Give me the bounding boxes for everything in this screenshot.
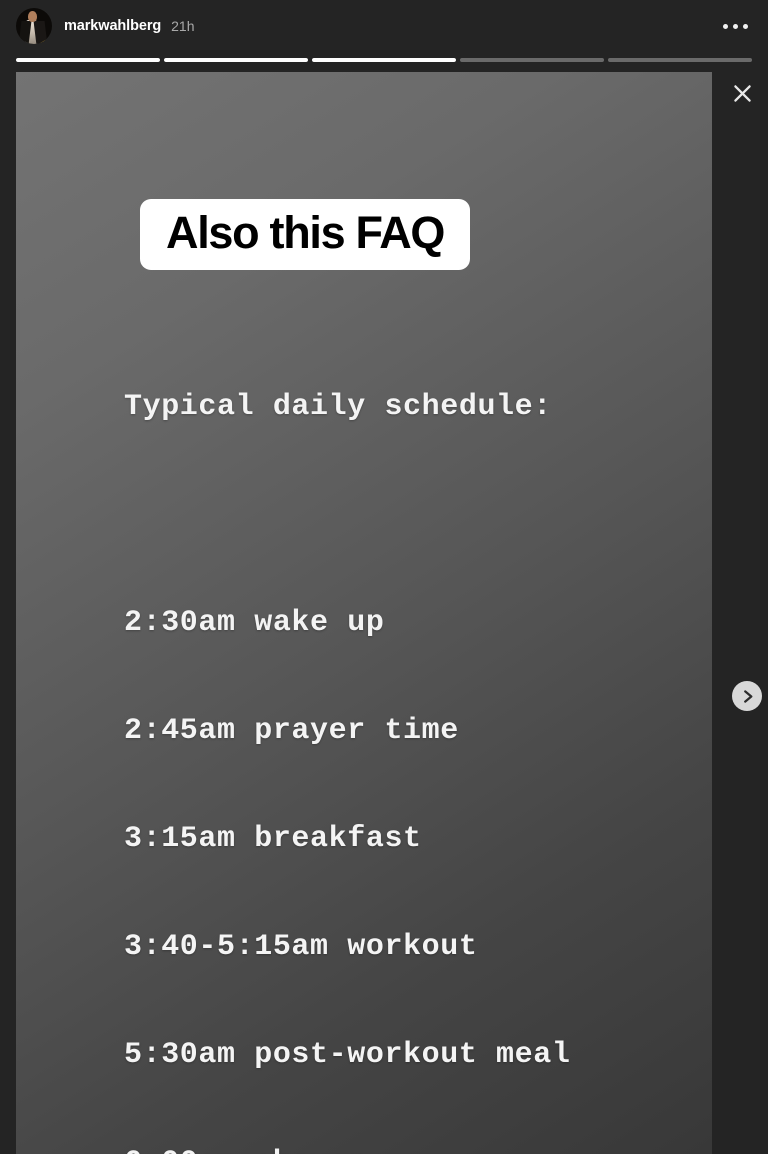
close-icon[interactable] <box>725 76 759 110</box>
schedule-intro: Typical daily schedule: <box>124 390 552 424</box>
story-viewer: markwahlberg 21h Also this FAQ Typical d… <box>0 0 768 1154</box>
schedule-line: 5:30am post-workout meal <box>124 1038 571 1072</box>
progress-segment-5[interactable] <box>608 58 752 62</box>
username-label[interactable]: markwahlberg <box>64 18 161 34</box>
story-progress-track <box>16 58 752 62</box>
progress-fill-1 <box>16 58 160 62</box>
next-story-chevron-icon[interactable] <box>732 681 762 711</box>
headline-badge: Also this FAQ <box>140 199 471 270</box>
schedule-line: 2:45am prayer time <box>124 714 459 748</box>
more-options-icon[interactable] <box>717 16 754 37</box>
more-dot-2 <box>733 23 738 29</box>
avatar-head-shape <box>28 11 37 22</box>
schedule-text-block: Typical daily schedule: 2:30am wake up 2… <box>124 317 704 1154</box>
progress-segment-1[interactable] <box>16 58 160 62</box>
progress-segment-3[interactable] <box>312 58 456 62</box>
avatar[interactable] <box>16 8 52 44</box>
schedule-spacer <box>124 497 704 533</box>
progress-fill-3 <box>312 58 456 62</box>
story-card[interactable]: Also this FAQ Typical daily schedule: 2:… <box>16 72 712 1154</box>
more-dot-1 <box>723 23 728 29</box>
more-dot-3 <box>743 23 748 29</box>
timestamp-label: 21h <box>171 18 195 34</box>
schedule-line: 2:30am wake up <box>124 606 385 640</box>
story-header: markwahlberg 21h <box>0 0 768 52</box>
progress-segment-2[interactable] <box>164 58 308 62</box>
schedule-line: 6:00am shower <box>124 1145 704 1154</box>
progress-fill-2 <box>164 58 308 62</box>
schedule-line: 3:15am breakfast <box>124 822 422 856</box>
progress-segment-4[interactable] <box>460 58 604 62</box>
schedule-line: 3:40-5:15am workout <box>124 930 478 964</box>
headline-text: Also this FAQ <box>166 207 445 258</box>
